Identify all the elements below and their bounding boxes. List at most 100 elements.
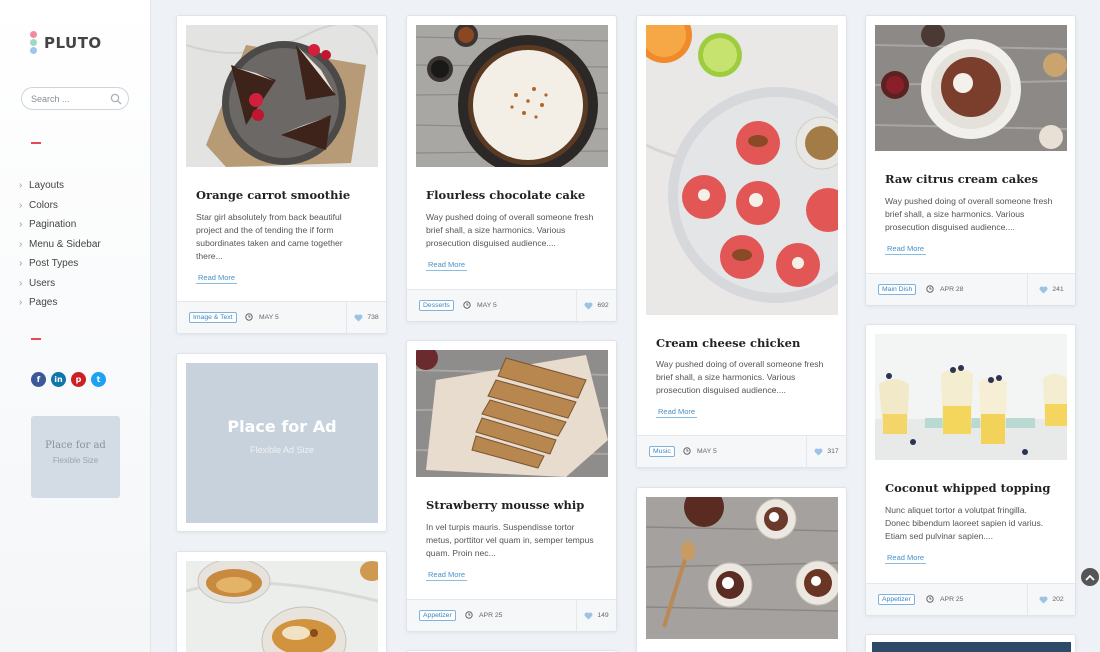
sidebar-item-pagination[interactable]: › Pagination (19, 215, 101, 235)
post-footer: Appetizer APR 25 149 (407, 599, 616, 631)
heart-icon (584, 302, 593, 310)
logo-mark (30, 31, 38, 55)
post-image[interactable] (875, 25, 1067, 151)
sidebar: PLUTO › Layouts › Colors › Pagination › Menu… (0, 0, 151, 652)
search-icon[interactable] (110, 93, 122, 105)
post-date: APR 28 (926, 285, 963, 293)
category-tag[interactable]: Desserts (419, 300, 454, 311)
post-card: Raw citrus cream cakes Way pushed doing … (865, 15, 1076, 306)
search-input[interactable] (31, 91, 109, 107)
post-date: MAY 5 (245, 313, 279, 321)
post-date-text: APR 25 (479, 611, 503, 619)
category-tag[interactable]: Music (649, 446, 675, 457)
post-footer: Desserts MAY 5 692 (407, 289, 616, 321)
read-more-link[interactable]: Read More (885, 553, 927, 564)
post-image[interactable] (646, 25, 838, 315)
read-more-link[interactable]: Read More (196, 273, 238, 284)
post-excerpt: Star girl absolutely from back beautiful… (196, 212, 343, 261)
like-count: 317 (827, 448, 839, 455)
sidebar-item-users[interactable]: › Users (19, 274, 101, 294)
read-more-link[interactable]: Read More (885, 244, 927, 255)
post-image[interactable] (872, 642, 1071, 652)
chevron-right-icon: › (19, 180, 23, 192)
heart-icon (814, 448, 823, 456)
post-excerpt: Nunc aliquet tortor a volutpat fringilla… (885, 505, 1044, 541)
sidebar-item-label: Layouts (29, 180, 65, 192)
post-date-text: MAY 5 (477, 301, 497, 309)
post-image[interactable] (416, 350, 608, 477)
post-excerpt: Way pushed doing of overall someone fres… (885, 196, 1053, 232)
sidebar-item-label: Pagination (29, 219, 77, 231)
sidebar-item-label: Users (29, 277, 56, 289)
like-button[interactable]: 317 (806, 436, 846, 467)
read-more-link[interactable]: Read More (426, 260, 468, 271)
clock-icon (245, 313, 253, 321)
category-tag[interactable]: Main Dish (878, 284, 917, 295)
heart-icon (1039, 596, 1048, 604)
post-excerpt: Way pushed doing of overall someone fres… (426, 212, 594, 248)
post-image[interactable] (416, 25, 608, 167)
logo-text: PLUTO (44, 34, 102, 52)
sidebar-item-label: Colors (29, 199, 58, 211)
sidebar-menu: › Layouts › Colors › Pagination › Menu & Sid… (19, 176, 101, 313)
like-count: 149 (597, 612, 609, 619)
heart-icon (1039, 286, 1048, 294)
ad-card: Place for Ad Flexible Ad Size (176, 353, 387, 532)
post-card (865, 634, 1076, 652)
social-links: f in p t (31, 372, 106, 387)
post-date-text: MAY 5 (259, 313, 279, 321)
post-image[interactable] (186, 25, 378, 167)
post-excerpt: Way pushed doing of overall someone fres… (656, 359, 824, 395)
post-date: MAY 5 (683, 447, 717, 455)
chevron-right-icon: › (19, 258, 23, 270)
like-button[interactable]: 202 (1027, 584, 1075, 615)
post-image[interactable] (186, 561, 378, 652)
read-more-link[interactable]: Read More (656, 407, 698, 418)
post-card (636, 487, 847, 652)
sidebar-item-layouts[interactable]: › Layouts (19, 176, 101, 196)
sidebar-ad-title: Place for ad (45, 440, 106, 451)
twitter-icon[interactable]: t (91, 372, 106, 387)
chevron-right-icon: › (19, 199, 23, 211)
post-card: Coconut whipped topping Nunc aliquet tor… (865, 324, 1076, 616)
post-title[interactable]: Orange carrot smoothie (196, 188, 350, 202)
post-card (176, 551, 387, 652)
sidebar-ad[interactable]: Place for ad Flexible Size (31, 416, 120, 498)
linkedin-icon[interactable]: in (51, 372, 66, 387)
section-divider (31, 338, 41, 340)
pinterest-icon[interactable]: p (71, 372, 86, 387)
clock-icon (926, 285, 934, 293)
category-tag[interactable]: Image & Text (189, 312, 237, 323)
post-title[interactable]: Coconut whipped topping (885, 481, 1050, 495)
facebook-icon[interactable]: f (31, 372, 46, 387)
ad-placeholder[interactable]: Place for Ad Flexible Ad Size (186, 363, 378, 523)
post-title[interactable]: Raw citrus cream cakes (885, 172, 1038, 186)
section-divider (31, 142, 41, 144)
sidebar-item-label: Menu & Sidebar (29, 238, 101, 250)
category-tag[interactable]: Appetizer (878, 594, 915, 605)
ad-title: Place for Ad (227, 417, 337, 436)
chevron-right-icon: › (19, 238, 23, 250)
like-button[interactable]: 241 (1027, 274, 1075, 305)
category-tag[interactable]: Appetizer (419, 610, 456, 621)
like-count: 202 (1052, 596, 1064, 603)
sidebar-item-post-types[interactable]: › Post Types (19, 254, 101, 274)
post-title[interactable]: Flourless chocolate cake (426, 188, 585, 202)
sidebar-item-pages[interactable]: › Pages (19, 293, 101, 313)
like-button[interactable]: 692 (576, 290, 616, 321)
post-card: Orange carrot smoothie Star girl absolut… (176, 15, 387, 334)
post-date-text: MAY 5 (697, 447, 717, 455)
post-title[interactable]: Cream cheese chicken (656, 336, 800, 350)
like-button[interactable]: 738 (346, 302, 386, 333)
heart-icon (354, 314, 363, 322)
post-footer: Main Dish APR 28 241 (866, 273, 1075, 305)
post-image[interactable] (875, 334, 1067, 460)
read-more-link[interactable]: Read More (426, 570, 468, 581)
logo[interactable]: PLUTO (30, 31, 102, 55)
sidebar-item-menu-sidebar[interactable]: › Menu & Sidebar (19, 235, 101, 255)
like-button[interactable]: 149 (576, 600, 616, 631)
sidebar-item-colors[interactable]: › Colors (19, 196, 101, 216)
scroll-to-top-button[interactable] (1081, 568, 1099, 586)
post-title[interactable]: Strawberry mousse whip (426, 498, 584, 512)
post-image[interactable] (646, 497, 838, 639)
